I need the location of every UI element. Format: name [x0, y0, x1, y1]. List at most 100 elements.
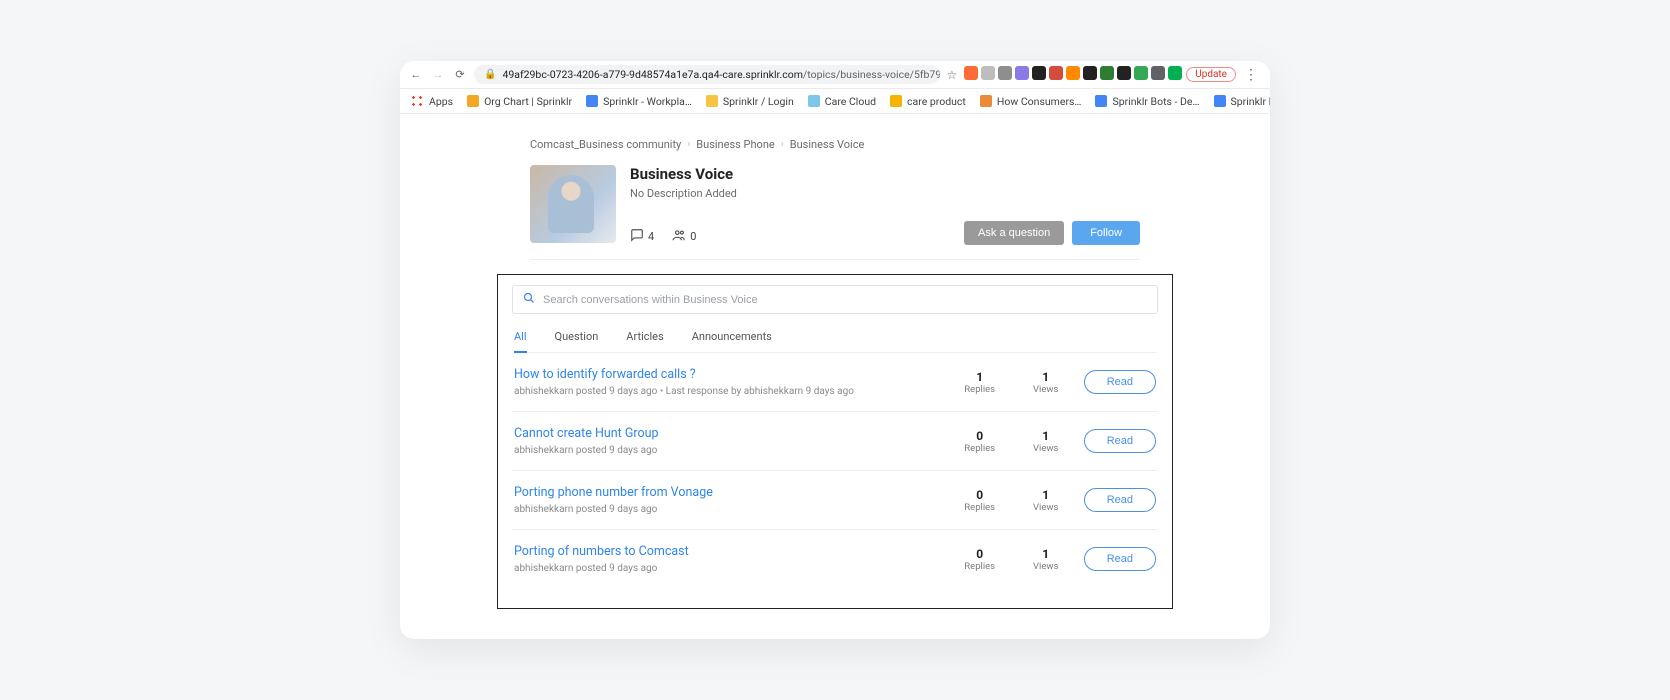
replies-stat: 0Replies [952, 488, 1008, 513]
search-input[interactable] [543, 294, 1147, 306]
read-button[interactable]: Read [1084, 547, 1156, 571]
replies-stat: 1Replies [952, 370, 1008, 395]
views-stat: 1Views [1018, 488, 1074, 513]
extension-icon[interactable] [998, 66, 1012, 80]
url-host: 49af29bc-0723-4206-a779-9d48574a1e7a.qa4… [502, 68, 802, 81]
tab-all[interactable]: All [514, 330, 527, 353]
page-content: Comcast_Business community › Business Ph… [400, 114, 1270, 639]
bookmark-item[interactable]: care product [890, 95, 966, 108]
browser-window: ← → ⟳ 🔒 49af29bc-0723-4206-a779-9d48574a… [400, 61, 1270, 639]
follow-button[interactable]: Follow [1072, 221, 1140, 245]
bookmark-item[interactable]: Apps [410, 94, 453, 108]
extension-icon[interactable] [1083, 66, 1097, 80]
search-icon [523, 292, 535, 307]
thread-list: How to identify forwarded calls ? abhishe… [512, 353, 1158, 588]
bookmark-label: Sprinklr / Login [723, 95, 794, 108]
extension-icon[interactable] [1049, 66, 1063, 80]
toolbar-right: ☆ Update ⋮ [946, 66, 1262, 83]
extension-icon[interactable] [1117, 66, 1131, 80]
breadcrumb: Comcast_Business community › Business Ph… [530, 138, 1140, 151]
tab-bar: All Question Articles Announcements [514, 330, 1156, 353]
content-panel: All Question Articles Announcements How to … [497, 274, 1173, 609]
reload-button[interactable]: ⟳ [452, 68, 468, 81]
forward-button[interactable]: → [430, 68, 446, 81]
favicon [586, 95, 598, 107]
bookmark-label: Care Cloud [825, 95, 876, 108]
bookmarks-bar: Apps Org Chart | Sprinklr Sprinklr - Workp… [400, 89, 1270, 114]
views-stat: 1Views [1018, 429, 1074, 454]
thread-row: How to identify forwarded calls ? abhishe… [512, 353, 1158, 412]
extension-icon[interactable] [1134, 66, 1148, 80]
breadcrumb-item[interactable]: Business Phone [696, 138, 774, 151]
extension-icon[interactable] [1151, 66, 1165, 80]
thread-title[interactable]: Porting phone number from Vonage [514, 485, 942, 500]
menu-button[interactable]: ⋮ [1240, 67, 1262, 83]
extension-icon[interactable] [1032, 66, 1046, 80]
page-title: Business Voice [630, 165, 950, 183]
thread-title[interactable]: Cannot create Hunt Group [514, 426, 942, 441]
bookmark-item[interactable]: Sprinklr Bots - Ho… [1214, 95, 1270, 108]
comment-count: 4 [630, 228, 654, 245]
chevron-right-icon: › [687, 139, 690, 150]
replies-stat: 0Replies [952, 429, 1008, 454]
read-button[interactable]: Read [1084, 429, 1156, 453]
bookmark-label: care product [907, 95, 966, 108]
update-button[interactable]: Update [1186, 67, 1236, 82]
back-button[interactable]: ← [408, 68, 424, 81]
extension-icon[interactable] [1066, 66, 1080, 80]
bookmark-label: Apps [429, 95, 453, 108]
star-icon[interactable]: ☆ [946, 68, 957, 82]
extension-icon[interactable] [1100, 66, 1114, 80]
favicon [1095, 95, 1107, 107]
extension-icon[interactable] [1015, 66, 1029, 80]
bookmark-label: Sprinklr - Workpla… [603, 95, 692, 108]
breadcrumb-item[interactable]: Comcast_Business community [530, 138, 681, 151]
people-icon [672, 228, 686, 245]
url-path: /topics/business-voice/5fb79d3453b3692fc… [803, 68, 941, 81]
page-description: No Description Added [630, 187, 950, 200]
lock-icon: 🔒 [484, 69, 496, 80]
bookmark-item[interactable]: How Consumers… [980, 95, 1082, 108]
thread-title[interactable]: How to identify forwarded calls ? [514, 367, 942, 382]
address-bar[interactable]: 🔒 49af29bc-0723-4206-a779-9d48574a1e7a.q… [474, 65, 940, 84]
search-box[interactable] [512, 285, 1158, 314]
thread-row: Porting phone number from Vonage abhishek… [512, 471, 1158, 530]
read-button[interactable]: Read [1084, 370, 1156, 394]
favicon [808, 95, 820, 107]
bookmark-item[interactable]: Org Chart | Sprinklr [467, 95, 572, 108]
bookmark-label: How Consumers… [997, 95, 1082, 108]
views-stat: 1Views [1018, 370, 1074, 395]
chevron-right-icon: › [781, 139, 784, 150]
tab-articles[interactable]: Articles [626, 330, 663, 352]
browser-toolbar: ← → ⟳ 🔒 49af29bc-0723-4206-a779-9d48574a… [400, 61, 1270, 89]
read-button[interactable]: Read [1084, 488, 1156, 512]
thread-meta: abhishekkarn posted 9 days ago [514, 563, 942, 574]
member-count: 0 [672, 228, 696, 245]
bookmark-item[interactable]: Care Cloud [808, 95, 876, 108]
views-stat: 1Views [1018, 547, 1074, 572]
thread-meta: abhishekkarn posted 9 days ago [514, 445, 942, 456]
tab-question[interactable]: Question [555, 330, 599, 352]
tab-announcements[interactable]: Announcements [692, 330, 772, 352]
favicon [980, 95, 992, 107]
replies-stat: 0Replies [952, 547, 1008, 572]
extension-icon[interactable] [1168, 66, 1182, 80]
thread-meta: abhishekkarn posted 9 days ago • Last re… [514, 386, 942, 397]
thread-row: Porting of numbers to Comcast abhishekkar… [512, 530, 1158, 588]
bookmark-label: Sprinklr Bots - Ho… [1231, 95, 1270, 108]
thread-title[interactable]: Porting of numbers to Comcast [514, 544, 942, 559]
favicon [706, 95, 718, 107]
bookmark-label: Sprinklr Bots - De… [1112, 95, 1199, 108]
bookmark-item[interactable]: Sprinklr - Workpla… [586, 95, 692, 108]
bookmark-item[interactable]: Sprinklr / Login [706, 95, 794, 108]
bookmark-item[interactable]: Sprinklr Bots - De… [1095, 95, 1199, 108]
comment-icon [630, 228, 644, 245]
breadcrumb-item[interactable]: Business Voice [790, 138, 865, 151]
apps-grid-icon [410, 94, 424, 108]
extension-icon[interactable] [964, 66, 978, 80]
extension-icon[interactable] [981, 66, 995, 80]
ask-question-button[interactable]: Ask a question [964, 221, 1064, 245]
favicon [467, 95, 479, 107]
thread-meta: abhishekkarn posted 9 days ago [514, 504, 942, 515]
topic-thumbnail [530, 165, 616, 243]
